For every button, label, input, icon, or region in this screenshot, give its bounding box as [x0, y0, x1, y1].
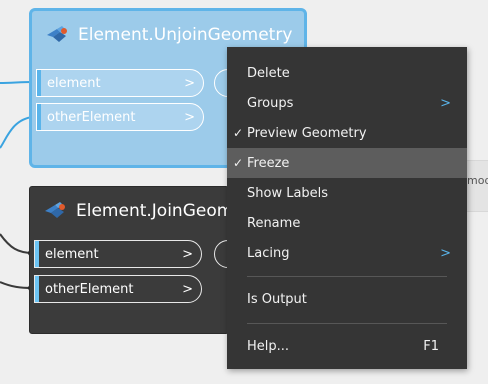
- port-chevron-icon[interactable]: >: [182, 282, 193, 297]
- node-geometry-icon: [42, 198, 68, 224]
- menu-item-groups[interactable]: Groups >: [227, 88, 467, 118]
- shortcut-key: F1: [423, 338, 439, 354]
- input-port-element[interactable]: element >: [36, 69, 204, 97]
- node-title: Element.JoinGeome: [76, 201, 244, 221]
- checkmark-icon: ✓: [233, 126, 244, 140]
- node-join-geometry[interactable]: Element.JoinGeome element > otherElement…: [29, 186, 244, 334]
- port-label: element: [45, 246, 99, 262]
- menu-item-is-output[interactable]: Is Output: [227, 284, 467, 314]
- node-geometry-icon: [44, 22, 70, 48]
- submenu-arrow-icon: >: [440, 95, 451, 111]
- menu-separator: [247, 276, 447, 277]
- port-label: element: [47, 75, 101, 91]
- input-port-otherelement[interactable]: otherElement >: [34, 275, 202, 303]
- menu-item-freeze[interactable]: ✓ Freeze: [227, 148, 467, 178]
- input-port-element[interactable]: element >: [34, 240, 202, 268]
- port-chevron-icon[interactable]: >: [184, 110, 195, 125]
- partial-node-text: mode: [467, 174, 488, 187]
- input-port-otherelement[interactable]: otherElement >: [36, 103, 204, 131]
- menu-item-lacing[interactable]: Lacing >: [227, 238, 467, 268]
- port-chevron-icon[interactable]: >: [184, 76, 195, 91]
- node-context-menu: Delete Groups > ✓ Preview Geometry ✓ Fre…: [227, 47, 467, 369]
- submenu-arrow-icon: >: [440, 245, 451, 261]
- menu-item-preview-geometry[interactable]: ✓ Preview Geometry: [227, 118, 467, 148]
- node-header[interactable]: Element.JoinGeome: [30, 187, 244, 235]
- menu-item-rename[interactable]: Rename: [227, 208, 467, 238]
- menu-separator: [247, 323, 447, 324]
- port-chevron-icon[interactable]: >: [182, 247, 193, 262]
- checkmark-icon: ✓: [233, 156, 244, 170]
- menu-item-delete[interactable]: Delete: [227, 58, 467, 88]
- menu-item-help[interactable]: Help... F1: [227, 331, 467, 361]
- node-title: Element.UnjoinGeometry: [78, 25, 293, 45]
- port-label: otherElement: [45, 281, 134, 297]
- menu-item-show-labels[interactable]: Show Labels: [227, 178, 467, 208]
- port-label: otherElement: [47, 109, 136, 125]
